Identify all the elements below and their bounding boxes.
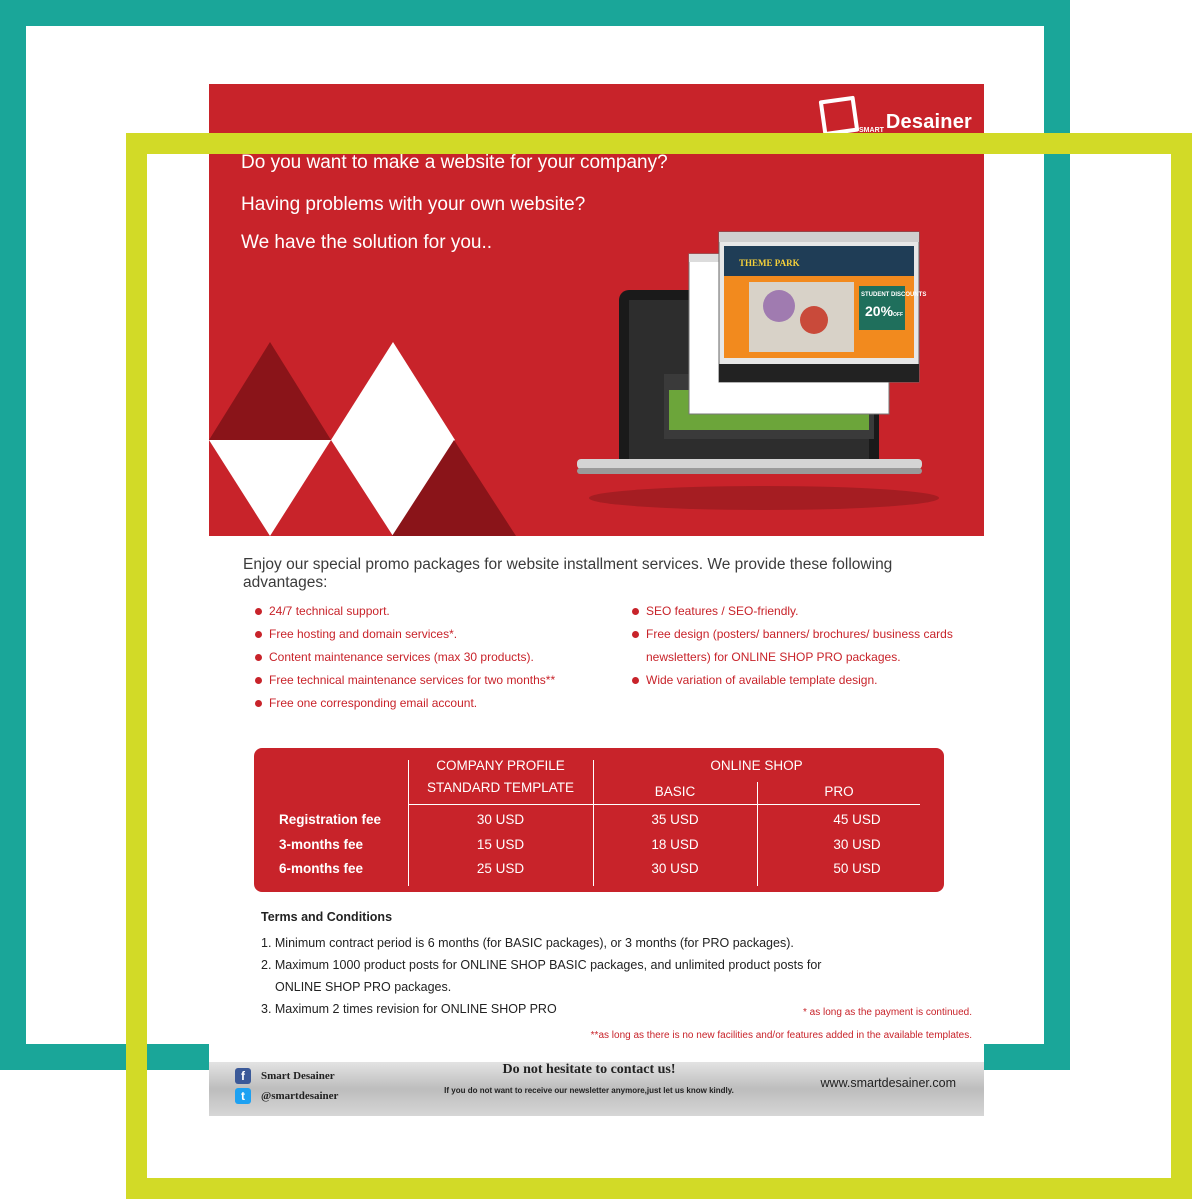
logo-box-icon bbox=[818, 95, 860, 137]
logo-big-text: Desainer bbox=[885, 111, 972, 133]
lime-frame bbox=[126, 133, 1192, 1199]
brand-logo: SMART Desainer bbox=[818, 95, 972, 137]
